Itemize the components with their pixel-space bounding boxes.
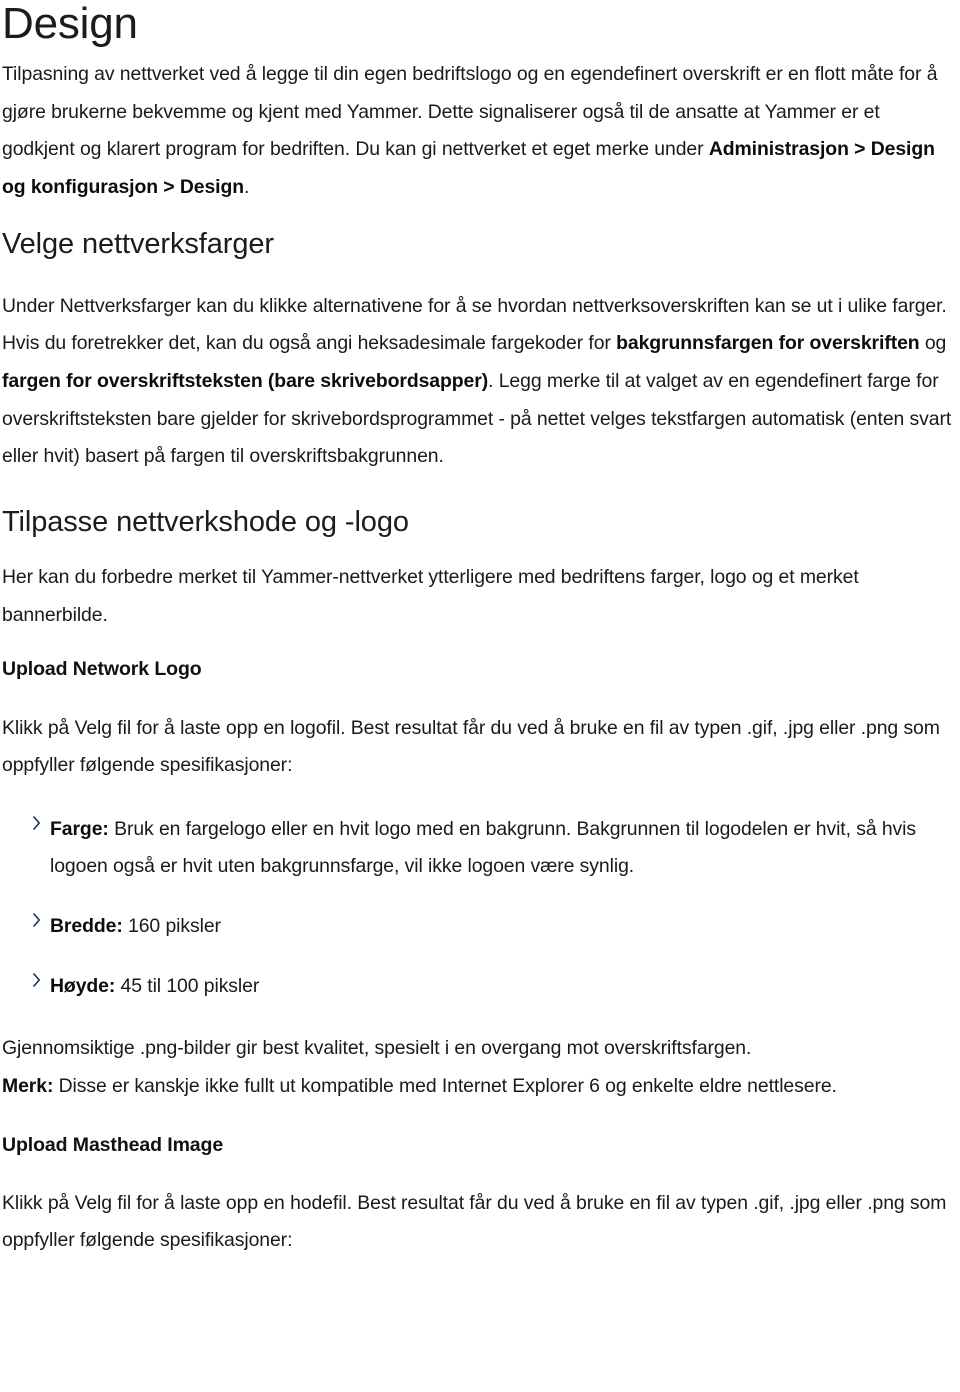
spec-label: Høyde: bbox=[50, 974, 116, 997]
list-item: Bredde: 160 piksler bbox=[2, 908, 956, 946]
subheading-upload-masthead-image: Upload Masthead Image bbox=[2, 1134, 224, 1157]
spec-label: Farge: bbox=[50, 817, 109, 840]
bold-text-color-term: fargen for overskriftsteksten (bare skri… bbox=[2, 369, 489, 392]
spec-value: Bruk en fargelogo eller en hvit logo med… bbox=[50, 817, 917, 878]
page-title: Design bbox=[2, 0, 138, 48]
list-item: Farge: Bruk en fargelogo eller en hvit l… bbox=[2, 811, 956, 886]
network-colors-paragraph: Under Nettverksfarger kan du klikke alte… bbox=[2, 288, 956, 476]
note-label: Merk: bbox=[2, 1074, 54, 1097]
header-logo-paragraph: Her kan du forbedre merket til Yammer-ne… bbox=[2, 566, 859, 626]
list-item: Høyde: 45 til 100 piksler bbox=[2, 968, 956, 1006]
logo-spec-list: Farge: Bruk en fargelogo eller en hvit l… bbox=[2, 811, 956, 1005]
intro-paragraph: Tilpasning av nettverket ved å legge til… bbox=[2, 56, 956, 206]
transparency-note-line: Gjennomsiktige .png-bilder gir best kval… bbox=[2, 1037, 752, 1060]
subheading-upload-network-logo: Upload Network Logo bbox=[2, 658, 202, 681]
chevron-right-icon bbox=[30, 970, 44, 990]
note-text: Disse er kanskje ikke fullt ut kompatibl… bbox=[53, 1074, 837, 1097]
section-heading-network-colors: Velge nettverksfarger bbox=[2, 228, 274, 261]
bold-background-color-term: bakgrunnsfargen for overskriften bbox=[616, 332, 920, 355]
intro-text-tail: . bbox=[244, 175, 250, 198]
upload-network-logo-instructions: Klikk på Velg fil for å laste opp en log… bbox=[2, 716, 940, 777]
document-page: Design Tilpasning av nettverket ved å le… bbox=[0, 0, 960, 1392]
spec-value: 45 til 100 piksler bbox=[115, 974, 260, 997]
section-heading-header-logo: Tilpasse nettverkshode og -logo bbox=[2, 505, 409, 538]
chevron-right-icon bbox=[30, 813, 44, 833]
compatibility-note: Merk: Disse er kanskje ikke fullt ut kom… bbox=[2, 1068, 956, 1106]
spec-value: 160 piksler bbox=[122, 914, 221, 937]
spec-label: Bredde: bbox=[50, 914, 123, 937]
upload-masthead-instructions: Klikk på Velg fil for å laste opp en hod… bbox=[2, 1191, 947, 1252]
network-colors-text-mid: og bbox=[919, 332, 947, 355]
chevron-right-icon bbox=[30, 910, 44, 930]
